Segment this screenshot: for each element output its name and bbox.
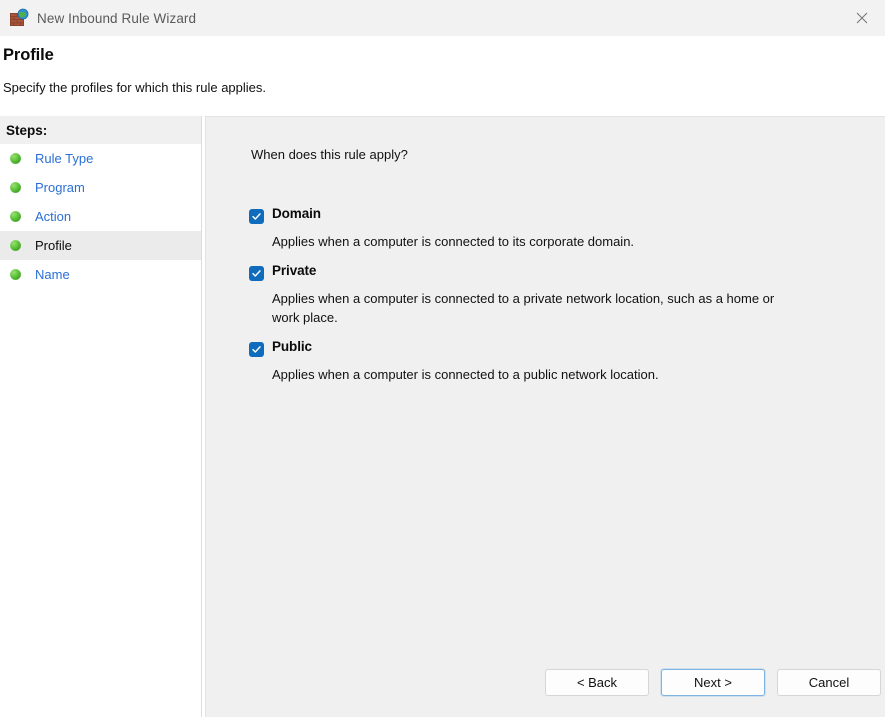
checkbox-row-private[interactable]: Private — [249, 263, 849, 285]
checkbox-private[interactable] — [249, 266, 264, 281]
close-icon[interactable] — [839, 0, 885, 36]
option-label-domain: Domain — [272, 206, 321, 221]
checkbox-row-public[interactable]: Public — [249, 339, 849, 361]
next-button[interactable]: Next > — [661, 669, 765, 696]
sidebar-item-label: Rule Type — [35, 151, 93, 166]
step-bullet-icon — [10, 240, 21, 251]
option-private: Private Applies when a computer is conne… — [249, 263, 849, 327]
page-title: Profile — [3, 46, 54, 65]
sidebar-item-label: Name — [35, 267, 70, 282]
steps-heading: Steps: — [0, 116, 201, 144]
sidebar-item-label: Action — [35, 209, 71, 224]
cancel-button[interactable]: Cancel — [777, 669, 881, 696]
option-label-public: Public — [272, 339, 312, 354]
question-label: When does this rule apply? — [251, 147, 408, 162]
step-bullet-icon — [10, 182, 21, 193]
option-public: Public Applies when a computer is connec… — [249, 339, 849, 384]
sidebar-item-label: Program — [35, 180, 85, 195]
option-description-public: Applies when a computer is connected to … — [272, 365, 782, 384]
firewall-globe-icon — [9, 8, 29, 28]
sidebar-item-profile[interactable]: Profile — [0, 231, 201, 260]
option-description-private: Applies when a computer is connected to … — [272, 289, 782, 327]
sidebar-item-rule-type[interactable]: Rule Type — [0, 144, 201, 173]
checkbox-public[interactable] — [249, 342, 264, 357]
page-subtitle: Specify the profiles for which this rule… — [3, 80, 266, 95]
checkbox-row-domain[interactable]: Domain — [249, 206, 849, 228]
option-description-domain: Applies when a computer is connected to … — [272, 232, 782, 251]
step-bullet-icon — [10, 153, 21, 164]
window-title: New Inbound Rule Wizard — [37, 11, 196, 26]
sidebar-item-name[interactable]: Name — [0, 260, 201, 289]
option-label-private: Private — [272, 263, 316, 278]
sidebar-item-label: Profile — [35, 238, 72, 253]
checkbox-domain[interactable] — [249, 209, 264, 224]
back-button[interactable]: < Back — [545, 669, 649, 696]
step-bullet-icon — [10, 269, 21, 280]
steps-sidebar: Steps: Rule Type Program Action Profile … — [0, 116, 202, 717]
page-header: Profile Specify the profiles for which t… — [0, 36, 885, 116]
profile-options-group: Domain Applies when a computer is connec… — [249, 206, 849, 386]
title-bar: New Inbound Rule Wizard — [0, 0, 885, 36]
sidebar-item-program[interactable]: Program — [0, 173, 201, 202]
wizard-button-bar: < Back Next > Cancel — [545, 669, 881, 696]
content-panel: When does this rule apply? Domain Applie… — [205, 116, 885, 717]
sidebar-item-action[interactable]: Action — [0, 202, 201, 231]
option-domain: Domain Applies when a computer is connec… — [249, 206, 849, 251]
step-bullet-icon — [10, 211, 21, 222]
